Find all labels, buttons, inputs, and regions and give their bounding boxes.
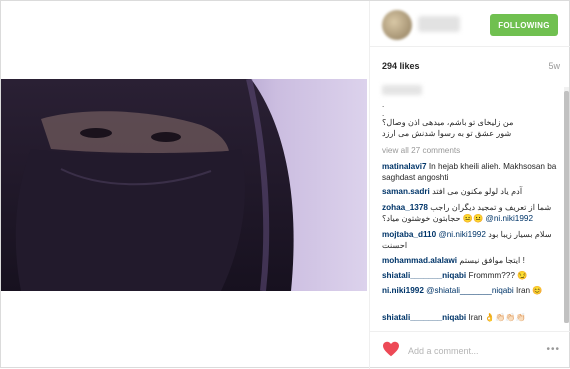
likes-row: 294 likes 5w — [382, 61, 560, 75]
following-button[interactable]: FOLLOWING — [490, 14, 558, 36]
emoji: 👌👏🏻👏🏻👏🏻 — [484, 313, 526, 322]
more-options-icon[interactable]: ••• — [546, 344, 560, 355]
comment-username[interactable]: zohaa_1378 — [382, 203, 428, 212]
photo-area — [1, 1, 369, 367]
comment-footer: ••• — [370, 331, 570, 369]
comment-username[interactable]: matinalavi7 — [382, 162, 427, 171]
post-photo[interactable] — [1, 79, 367, 291]
comment-text: Iran — [515, 286, 531, 295]
comment-username[interactable]: mohammad.alalawi — [382, 256, 457, 265]
comment-text: ایتجا موافق نیستم ! — [459, 256, 525, 265]
likes-count[interactable]: 294 likes — [382, 61, 420, 71]
post-sidebar: FOLLOWING 294 likes 5w . . من زلیخای تو … — [369, 1, 570, 369]
comment: shiatali_______niqabi Iran 👌👏🏻👏🏻👏🏻 — [382, 312, 560, 323]
comment: ni.niki1992 @shiatali_______niqabi Iran … — [382, 285, 560, 296]
emoji: 😏 — [517, 271, 528, 280]
view-all-comments-link[interactable]: view all 27 comments — [382, 145, 460, 156]
comment-text: آدم یاد لولو مکنون می افتد — [432, 187, 523, 196]
post-age[interactable]: 5w — [548, 61, 560, 71]
comment: zohaa_1378 شما از تعریف و تمجید دیگران ر… — [382, 202, 560, 224]
comment-mention[interactable]: @shiatali_______niqabi — [426, 286, 514, 295]
comment-username[interactable]: shiatali_______niqabi — [382, 271, 466, 280]
comments-list: . . من زلیخای تو باشم، میدهی اذن وصال؟ ش… — [370, 81, 566, 329]
post-modal: FOLLOWING 294 likes 5w . . من زلیخای تو … — [0, 0, 570, 369]
comment-mention[interactable]: @ni.niki1992 — [438, 230, 485, 239]
emoji: 😊 — [532, 286, 543, 295]
caption-line: شور عشق تو به رسوا شدنش می ارزد — [382, 129, 512, 138]
comment: saman.sadri آدم یاد لولو مکنون می افتد — [382, 186, 560, 197]
comment: mojtaba_d110 @ni.niki1992 سلام بسیار زیب… — [382, 229, 560, 251]
comment-username[interactable]: mojtaba_d110 — [382, 230, 436, 239]
comment: matinalavi7 In hejab kheili alieh. Makhs… — [382, 161, 560, 183]
post-header: FOLLOWING — [370, 1, 570, 47]
comment-username[interactable]: ni.niki1992 — [382, 286, 424, 295]
niqab-portrait-image — [1, 79, 367, 291]
comment-username[interactable]: saman.sadri — [382, 187, 430, 196]
emoji: 😐😐 — [462, 214, 484, 223]
comment-text: Iran — [468, 313, 483, 322]
caption-username-blurred[interactable] — [382, 85, 422, 95]
avatar[interactable] — [382, 10, 412, 40]
username-blurred[interactable] — [418, 16, 460, 32]
caption-text: من زلیخای تو باشم، میدهی اذن وصال؟ شور ع… — [382, 117, 558, 139]
add-comment-input[interactable] — [406, 343, 540, 359]
comment-text: Frommm??? — [468, 271, 515, 280]
comment-mention[interactable]: @ni.niki1992 — [486, 214, 533, 223]
comment: mohammad.alalawi ایتجا موافق نیستم ! — [382, 255, 560, 266]
comment: shiatali_______niqabi Frommm??? 😏 — [382, 270, 560, 281]
comment-username[interactable]: shiatali_______niqabi — [382, 313, 466, 322]
heart-icon[interactable] — [382, 341, 400, 357]
caption-line: من زلیخای تو باشم، میدهی اذن وصال؟ — [382, 118, 514, 127]
